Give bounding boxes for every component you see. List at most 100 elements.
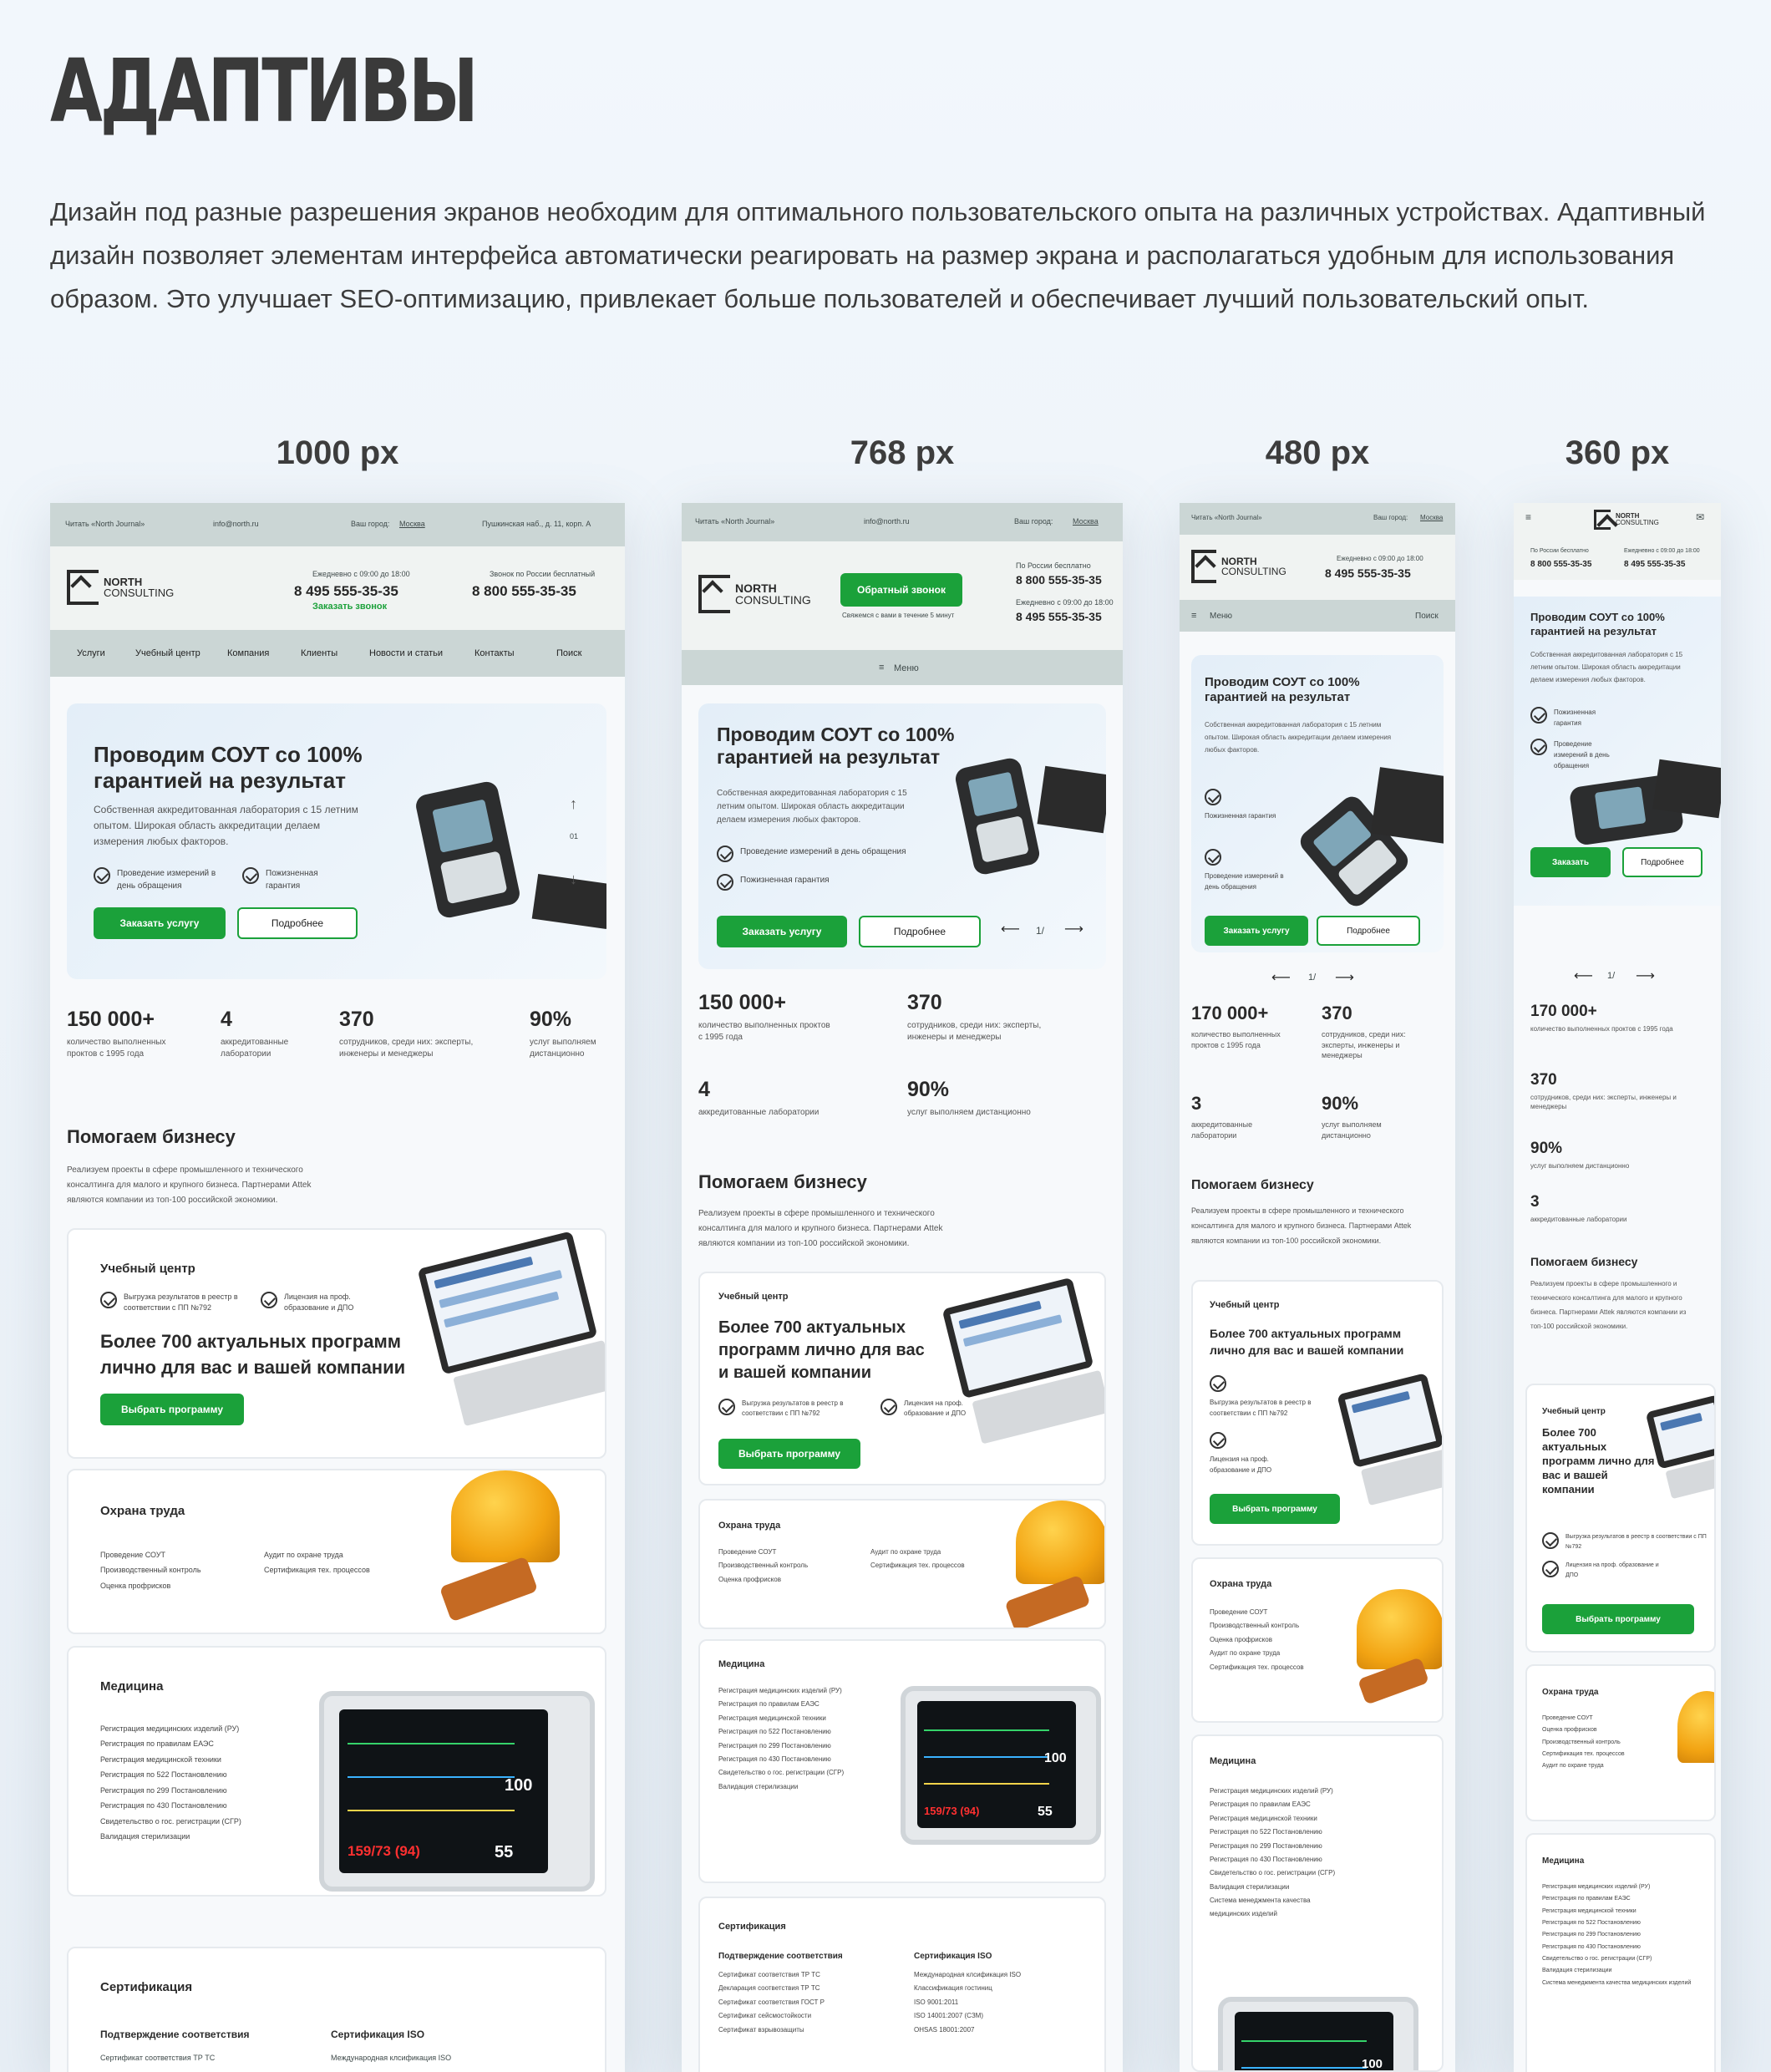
prev-arrow-icon[interactable]: ⟵ (1271, 969, 1291, 986)
safety-card[interactable]: Охрана труда Проведение СОУТ Производстве… (698, 1499, 1106, 1629)
hero-check: Пожизненная гарантия (717, 874, 951, 891)
list-item[interactable]: Проведение СОУТ (100, 1547, 201, 1562)
phone-local[interactable]: 8 495 555-35-35 (1325, 566, 1411, 580)
city-select[interactable]: Москва (1420, 514, 1443, 521)
safety-card[interactable]: Охрана труда Проведение СОУТ Производстве… (1191, 1557, 1444, 1723)
logo[interactable]: NORTH CONSULTING (1594, 510, 1659, 530)
breakpoint-label: 1000 px (276, 434, 399, 471)
list-item[interactable]: Регистрация медицинской техники (100, 1752, 241, 1767)
order-button[interactable]: Заказать услугу (717, 916, 847, 947)
edu-card[interactable]: Учебный центр Выгрузка результатов в рее… (67, 1228, 606, 1459)
order-button[interactable]: Заказать услугу (1205, 916, 1308, 946)
logo[interactable]: NORTH CONSULTING (698, 575, 811, 613)
list-item[interactable]: Регистрация по 430 Постановлению (100, 1798, 241, 1813)
list-item[interactable]: Валидация стерилизации (100, 1829, 241, 1844)
safety-card[interactable]: Охрана труда Проведение СОУТ Оценка профр… (1525, 1664, 1716, 1821)
list-item[interactable]: Аудит по охране труда (264, 1547, 370, 1562)
cert-card[interactable]: Сертификация Подтверждение соответствия … (698, 1897, 1106, 2072)
edu-card[interactable]: Учебный центр Более 700 актуальных прогр… (1191, 1280, 1444, 1546)
order-button[interactable]: Заказать услугу (94, 907, 226, 939)
phone-free[interactable]: 8 800 555-35-35 (1016, 573, 1102, 587)
phone-local[interactable]: 8 495 555-35-35 (1016, 610, 1102, 623)
hamburger-icon[interactable]: ≡ (879, 663, 884, 673)
monitor-image: 100 (1218, 1997, 1418, 2070)
medicine-card[interactable]: Медицина Регистрация медицинских изделий… (1191, 1734, 1444, 2072)
stat-item: 3 аккредитованные лаборатории (1191, 1093, 1253, 1140)
nav-item-clients[interactable]: Клиенты (301, 648, 337, 658)
hamburger-icon[interactable]: ≡ (1191, 611, 1196, 621)
nav-item-contacts[interactable]: Контакты (474, 648, 515, 658)
edu-card[interactable]: Учебный центр Более 700 актуальных прогр… (698, 1272, 1106, 1485)
next-arrow-icon[interactable]: ⟶ (1636, 967, 1655, 984)
medicine-card[interactable]: Медицина Регистрация медицинских изделий… (67, 1646, 606, 1897)
logo[interactable]: NORTH CONSULTING (67, 570, 174, 605)
list-item[interactable]: Сертификат соответствия ТР ТС (100, 2054, 215, 2062)
phone-local[interactable]: 8 495 555-35-35 (1624, 560, 1685, 569)
top-bar: Читать «North Journal» Ваш город: Москва (1180, 503, 1455, 535)
list-item[interactable]: Международная клсификация ISO (331, 2054, 451, 2062)
more-button[interactable]: Подробнее (1317, 916, 1420, 946)
logo[interactable]: NORTH CONSULTING (1191, 550, 1286, 583)
section-title: Помогаем бизнесу (1530, 1255, 1638, 1268)
list-item[interactable]: Сертификация тех. процессов (264, 1562, 370, 1577)
menu-label[interactable]: Меню (894, 663, 919, 673)
cert-card[interactable]: Сертификация Подтверждение соответствия … (67, 1947, 606, 2072)
more-button[interactable]: Подробнее (859, 916, 981, 947)
phone-free[interactable]: 8 800 555-35-35 (472, 583, 576, 600)
arrow-up-icon[interactable]: ↑ (570, 795, 577, 813)
medicine-card[interactable]: Медицина Регистрация медицинских изделий… (698, 1639, 1106, 1883)
medicine-card[interactable]: Медицина Регистрация медицинских изделий… (1525, 1833, 1716, 2072)
nav-item-services[interactable]: Услуги (77, 648, 105, 658)
list-item[interactable]: Регистрация по правилам ЕАЭС (100, 1736, 241, 1751)
order-button[interactable]: Заказать (1530, 847, 1611, 877)
hamburger-icon[interactable]: ≡ (1525, 511, 1531, 523)
list-item[interactable]: Свидетельство о гос. регистрации (СГР) (100, 1814, 241, 1829)
journal-link[interactable]: Читать «North Journal» (1191, 514, 1262, 521)
hero-check: Пожизненная гарантия (1530, 707, 1622, 729)
prev-arrow-icon[interactable]: ⟵ (1574, 967, 1593, 984)
mail-icon[interactable]: ✉ (1696, 511, 1704, 523)
menu-bar[interactable]: ≡ Меню (682, 650, 1123, 685)
list-item[interactable]: Регистрация по 299 Постановлению (100, 1783, 241, 1798)
arrow-down-icon[interactable]: ↓ (570, 871, 577, 888)
menu-label[interactable]: Меню (1210, 612, 1232, 621)
more-button[interactable]: Подробнее (1622, 847, 1702, 877)
list-item[interactable]: Регистрация по 522 Постановлению (100, 1767, 241, 1782)
email-link[interactable]: info@north.ru (864, 517, 910, 526)
next-arrow-icon[interactable]: ⟶ (1335, 969, 1354, 986)
email-link[interactable]: info@north.ru (213, 520, 259, 528)
choose-program-button[interactable]: Выбрать программу (718, 1439, 860, 1469)
monitor-value: 55 (495, 1843, 514, 1861)
next-arrow-icon[interactable]: ⟶ (1064, 921, 1083, 937)
top-bar: Читать «North Journal» info@north.ru Ваш… (50, 503, 625, 546)
choose-program-button[interactable]: Выбрать программу (1542, 1604, 1694, 1634)
journal-link[interactable]: Читать «North Journal» (695, 517, 774, 526)
list-item[interactable]: Оценка профрисков (100, 1578, 201, 1593)
choose-program-button[interactable]: Выбрать программу (1210, 1494, 1340, 1524)
more-button[interactable]: Подробнее (237, 907, 358, 939)
slide-number: 01 (570, 832, 579, 840)
callback-link[interactable]: Заказать звонок (312, 602, 387, 612)
phone-local[interactable]: 8 495 555-35-35 (294, 583, 398, 600)
nav-item-edu[interactable]: Учебный центр (135, 648, 200, 658)
callback-button[interactable]: Обратный звонок (840, 573, 962, 607)
list-item[interactable]: Регистрация медицинских изделий (РУ) (100, 1721, 241, 1736)
search-button[interactable]: Поиск (1415, 612, 1439, 621)
hero-banner: Проводим СОУТ со 100% гарантией на резул… (1514, 597, 1721, 906)
city-select[interactable]: Москва (399, 520, 425, 528)
prev-arrow-icon[interactable]: ⟵ (1001, 921, 1020, 937)
nav-search[interactable]: Поиск (556, 648, 581, 658)
journal-link[interactable]: Читать «North Journal» (65, 520, 145, 528)
card-title: Охрана труда (100, 1504, 185, 1518)
nav-item-company[interactable]: Компания (227, 648, 269, 658)
nav-item-news[interactable]: Новости и статьи (369, 648, 443, 658)
section-text: Реализуем проекты в сфере промышленного … (67, 1166, 312, 1205)
safety-card[interactable]: Охрана труда Проведение СОУТ Производстве… (67, 1469, 606, 1634)
phone-free[interactable]: 8 800 555-35-35 (1530, 560, 1591, 569)
hero-text: Собственная аккредитованная лаборатория … (94, 804, 358, 847)
choose-program-button[interactable]: Выбрать программу (100, 1394, 244, 1425)
city-select[interactable]: Москва (1073, 517, 1099, 526)
edu-card[interactable]: Учебный центр Более 700 актуальных прогр… (1525, 1384, 1716, 1653)
list-item[interactable]: Производственный контроль (100, 1562, 201, 1577)
cert-list: Международная клсификация ISO Классификац… (914, 1971, 1022, 2034)
